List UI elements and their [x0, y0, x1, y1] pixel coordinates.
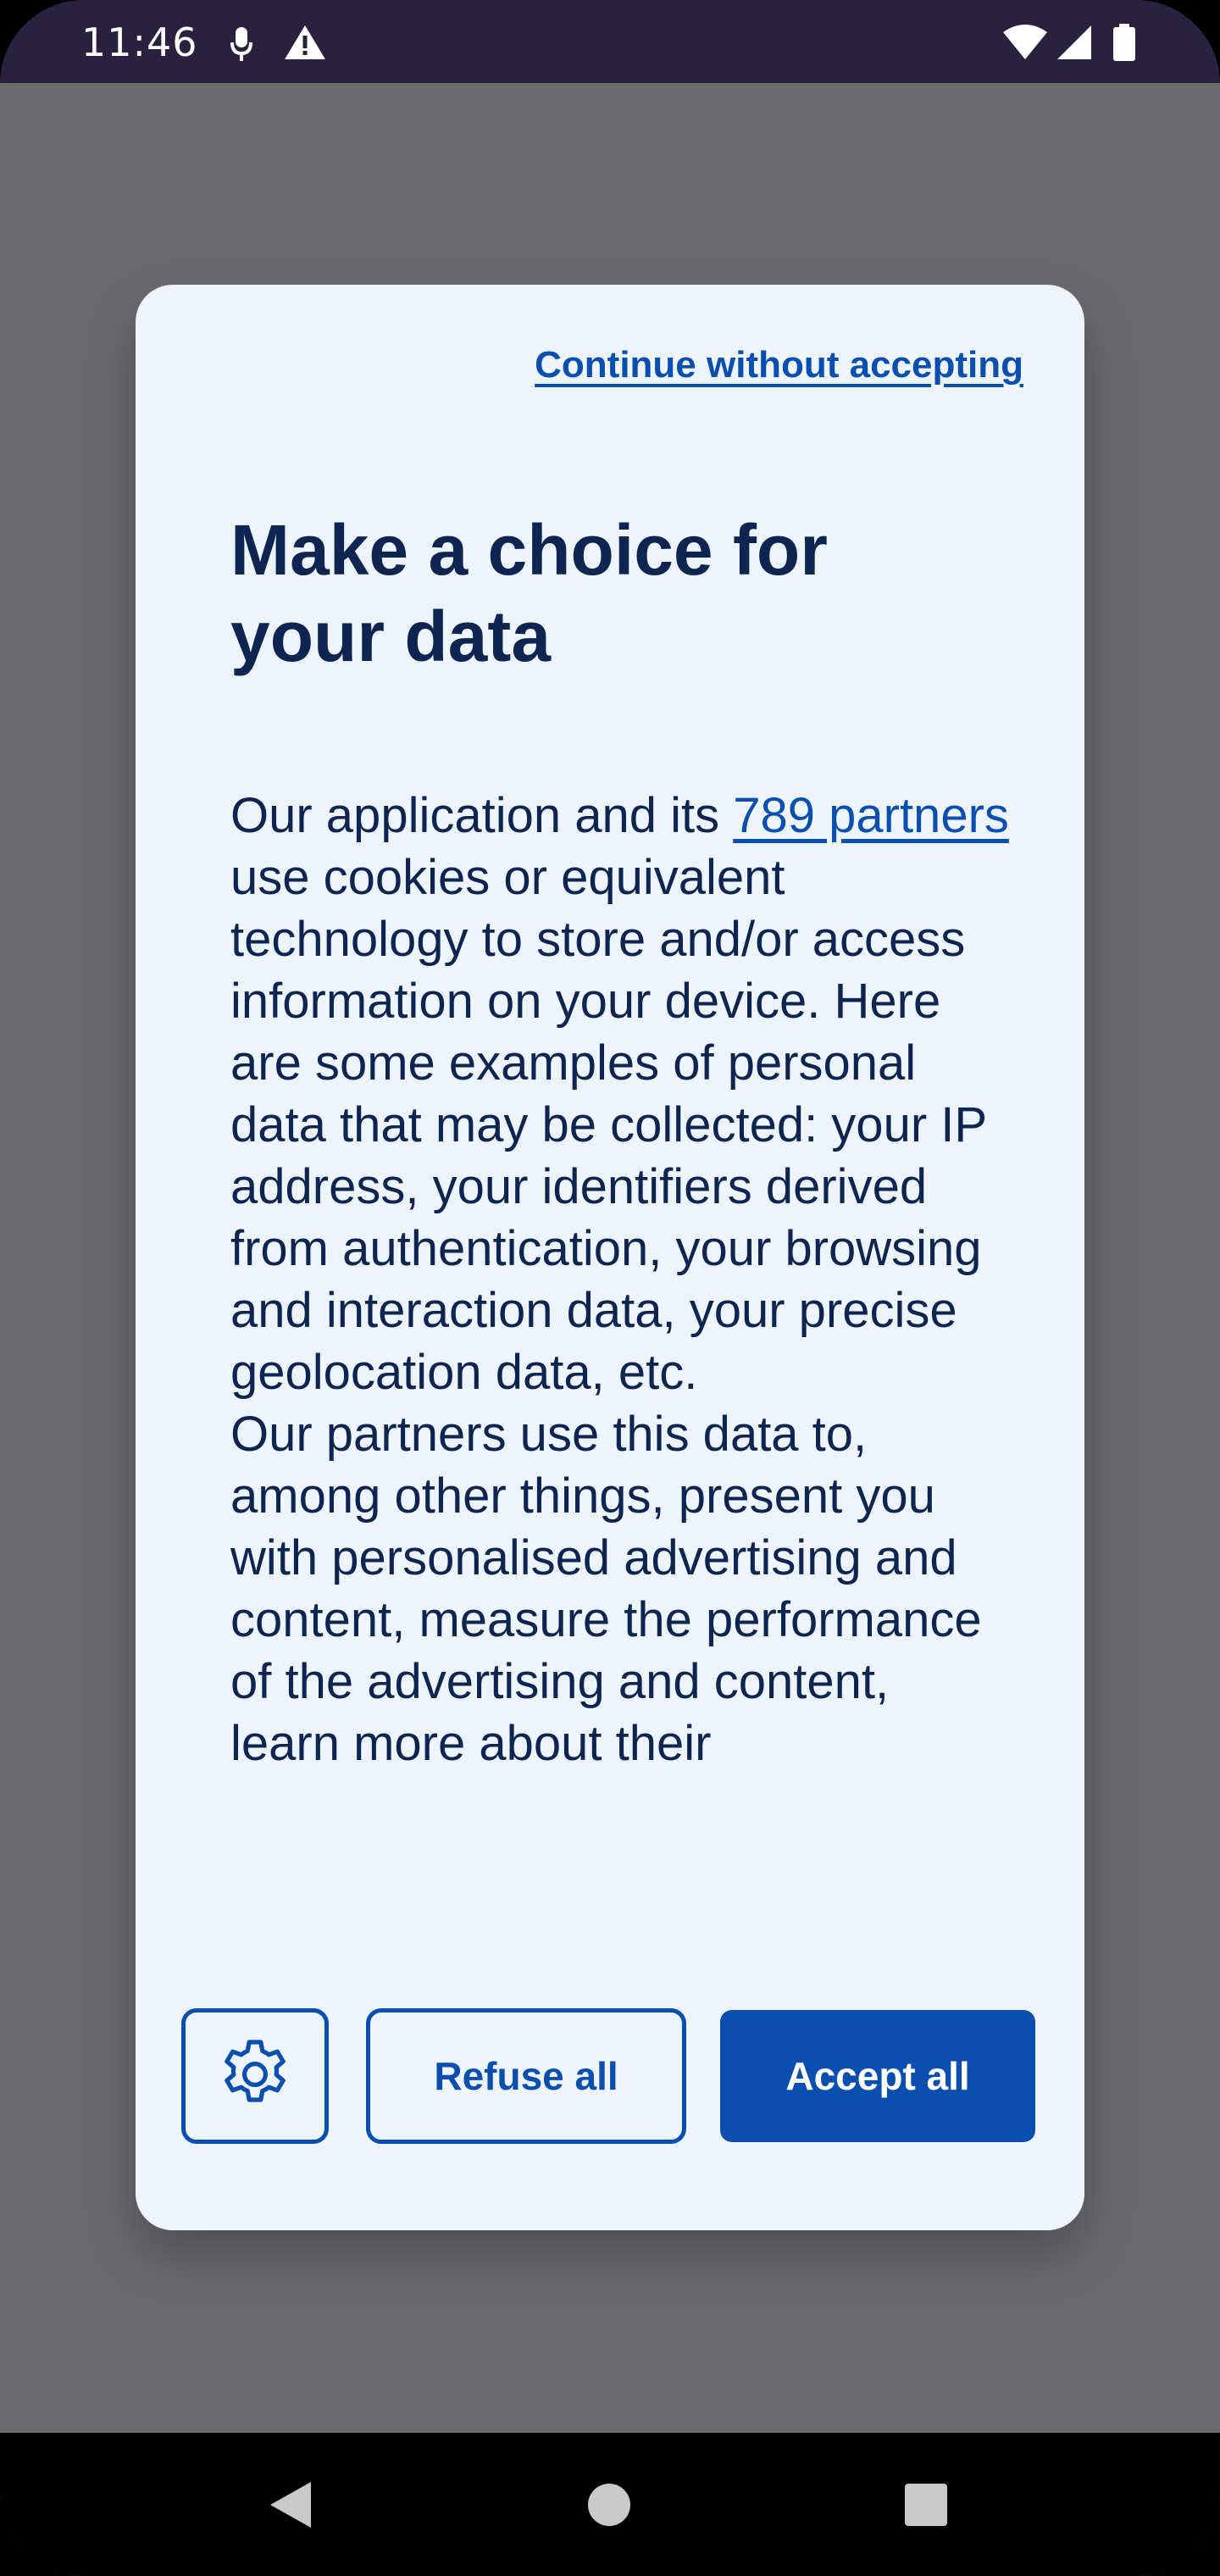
accept-all-button[interactable]: Accept all [720, 2010, 1035, 2142]
battery-icon [1110, 22, 1139, 64]
recents-icon[interactable] [888, 2467, 964, 2543]
body-paragraph-2: Our partners use this data to, among oth… [230, 1407, 982, 1771]
gear-icon [214, 2034, 296, 2119]
body-paragraph-1: Our application and its 789 partners use… [230, 785, 1010, 1403]
status-bar: 11:46 [0, 0, 1220, 83]
partners-link[interactable]: 789 partners [733, 788, 1009, 843]
continue-without-accepting-link[interactable]: Continue without accepting [535, 344, 1023, 386]
warning-icon [283, 22, 327, 64]
navigation-bar [0, 2433, 1220, 2576]
status-time: 11:46 [81, 19, 198, 65]
dialog-button-bar: Refuse all Accept all [136, 1995, 1084, 2230]
back-icon[interactable] [252, 2467, 329, 2543]
settings-button[interactable] [181, 2008, 329, 2144]
cellular-signal-icon [1054, 22, 1093, 64]
consent-dialog: Continue without accepting Make a choice… [136, 285, 1084, 2230]
microphone-icon [229, 22, 254, 64]
body-intro-continued: use cookies or equivalent technology to … [230, 850, 987, 1400]
phone-screen: 11:46 Continue without accepting Make a … [0, 0, 1220, 2576]
dialog-title: Make a choice for your data [230, 510, 828, 676]
refuse-all-button[interactable]: Refuse all [366, 2008, 686, 2144]
wifi-icon [1001, 22, 1049, 64]
body-intro-text: Our application and its [230, 788, 734, 843]
home-icon[interactable] [571, 2467, 647, 2543]
